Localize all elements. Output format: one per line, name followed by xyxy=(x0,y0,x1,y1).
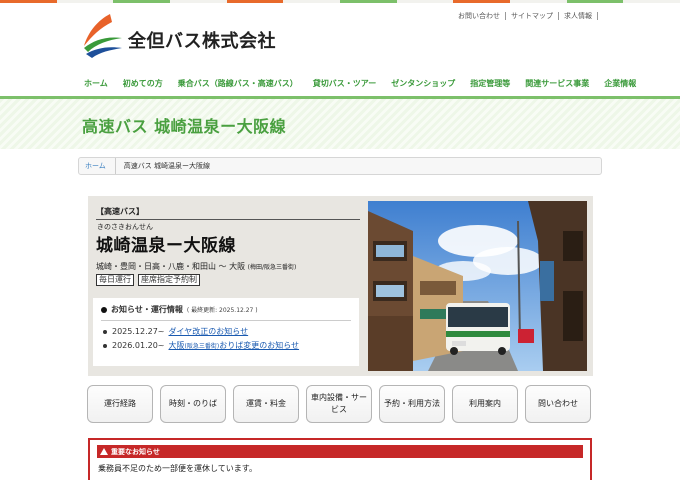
route-hero: 【高速バス】 きのさきおんせん 城崎温泉ー大阪線 城崎・豊岡・日高・八鹿・和田山… xyxy=(88,196,593,376)
stripe-segment xyxy=(56,0,114,3)
breadcrumb-home[interactable]: ホーム xyxy=(79,158,116,174)
nav-item-related[interactable]: 関連サービス事業 xyxy=(525,78,589,89)
notice-item: 2026.01.20~ 大阪(阪急三番街)おりば変更のお知らせ xyxy=(101,340,351,351)
bullet-icon xyxy=(101,306,107,313)
breadcrumb: ホーム 高速バス 城崎温泉ー大阪線 xyxy=(78,157,602,175)
breadcrumb-current: 高速バス 城崎温泉ー大阪線 xyxy=(123,162,211,170)
notice-link-stop-change[interactable]: 大阪(阪急三番街)おりば変更のお知らせ xyxy=(169,340,300,351)
notice-date: 2025.12.27~ xyxy=(112,327,165,336)
route-name: 城崎温泉ー大阪線 xyxy=(96,236,236,256)
stripe-segment xyxy=(113,0,171,3)
page-title: 高速バス 城崎温泉ー大阪線 xyxy=(82,117,287,136)
stripe-segment xyxy=(283,0,341,3)
nav-item-shop[interactable]: ゼンタンショップ xyxy=(391,78,455,89)
route-category-tag: 【高速バス】 xyxy=(96,206,360,220)
notice-link-timetable[interactable]: ダイヤ改正のお知らせ xyxy=(169,326,249,337)
reservation-button[interactable]: 予約・利用方法 xyxy=(379,385,445,423)
stripe-segment xyxy=(566,0,624,3)
stripe-segment xyxy=(396,0,454,3)
nav-item-designated[interactable]: 指定管理等 xyxy=(470,78,510,89)
stripe-segment xyxy=(170,0,227,3)
global-nav: ホーム 初めての方 乗合バス（路線バス・高速バス） 貸切バス・ツアー ゼンタンシ… xyxy=(84,78,651,89)
contact-button[interactable]: 問い合わせ xyxy=(525,385,591,423)
notice-updated: ( 最終更新: 2025.12.27 ) xyxy=(186,307,258,314)
stripe-segment xyxy=(0,0,57,3)
top-color-stripe xyxy=(0,0,680,3)
usage-guide-button[interactable]: 利用案内 xyxy=(452,385,518,423)
nav-item-first-time[interactable]: 初めての方 xyxy=(123,78,163,89)
stripe-segment xyxy=(226,0,284,3)
title-band: 高速バス 城崎温泉ー大阪線 xyxy=(0,99,680,149)
notice-link-note: (阪急三番街) xyxy=(184,343,220,350)
notice-item: 2025.12.27~ ダイヤ改正のお知らせ xyxy=(101,326,351,337)
utility-nav: お問い合わせ サイトマップ 求人情報 xyxy=(453,12,598,20)
route-badges: 毎日運行 座席指定予約制 xyxy=(96,274,360,286)
timetable-button[interactable]: 時刻・のりば xyxy=(160,385,226,423)
zentan-logo-icon xyxy=(84,14,122,58)
notice-heading: お知らせ・運行情報 ( 最終更新: 2025.12.27 ) xyxy=(101,304,351,321)
notice-link-tail: おりば変更のお知らせ xyxy=(219,341,300,350)
company-name: 全但バス株式会社 xyxy=(128,31,276,52)
stripe-segment xyxy=(340,0,397,3)
bullet-icon xyxy=(103,343,107,348)
utility-link-sitemap[interactable]: サイトマップ xyxy=(506,12,559,20)
notice-box: お知らせ・運行情報 ( 最終更新: 2025.12.27 ) 2025.12.2… xyxy=(93,298,359,366)
nav-item-charter[interactable]: 貸切バス・ツアー xyxy=(313,78,377,89)
fare-button[interactable]: 運賃・料金 xyxy=(233,385,299,423)
stripe-segment xyxy=(453,0,511,3)
site-logo[interactable]: 全但バス株式会社 xyxy=(80,12,276,58)
badge-reserved-seat: 座席指定予約制 xyxy=(138,274,200,286)
stripe-segment xyxy=(623,0,680,3)
route-map-button[interactable]: 運行経路 xyxy=(87,385,153,423)
route-stops-note: (梅田/阪急三番街) xyxy=(247,264,297,271)
badge-daily: 毎日運行 xyxy=(96,274,134,286)
stripe-segment xyxy=(510,0,567,3)
notice-title: お知らせ・運行情報 xyxy=(111,305,183,314)
important-notice: 重要なお知らせ 乗務員不足のため一部便を運休しています。 xyxy=(88,438,592,480)
route-summary: 【高速バス】 きのさきおんせん 城崎温泉ー大阪線 城崎・豊岡・日高・八鹿・和田山… xyxy=(96,206,360,286)
bullet-icon xyxy=(103,329,107,334)
notice-link-text: 大阪 xyxy=(168,341,185,350)
facilities-button[interactable]: 車内設備・サービス xyxy=(306,385,372,423)
city-bus-street-photo xyxy=(368,201,587,371)
nav-item-home[interactable]: ホーム xyxy=(84,78,108,89)
utility-link-contact[interactable]: お問い合わせ xyxy=(453,12,506,20)
nav-item-route-bus[interactable]: 乗合バス（路線バス・高速バス） xyxy=(178,78,298,89)
important-notice-body: 乗務員不足のため一部便を運休しています。 xyxy=(98,464,257,473)
notice-list: 2025.12.27~ ダイヤ改正のお知らせ 2026.01.20~ 大阪(阪急… xyxy=(101,326,351,351)
notice-date: 2026.01.20~ xyxy=(112,341,165,350)
nav-item-company[interactable]: 企業情報 xyxy=(604,78,636,89)
utility-link-recruit[interactable]: 求人情報 xyxy=(559,12,598,20)
route-menu: 運行経路 時刻・のりば 運賃・料金 車内設備・サービス 予約・利用方法 利用案内… xyxy=(87,385,591,423)
important-notice-heading: 重要なお知らせ xyxy=(97,445,583,458)
important-notice-title: 重要なお知らせ xyxy=(111,447,160,456)
warning-icon xyxy=(100,448,108,455)
route-stops-text: 城崎・豊岡・日高・八鹿・和田山 〜 大阪 xyxy=(96,262,246,271)
route-stops: 城崎・豊岡・日高・八鹿・和田山 〜 大阪 (梅田/阪急三番街) xyxy=(96,261,360,272)
notice-link-text: ダイヤ改正のお知らせ xyxy=(168,327,249,336)
